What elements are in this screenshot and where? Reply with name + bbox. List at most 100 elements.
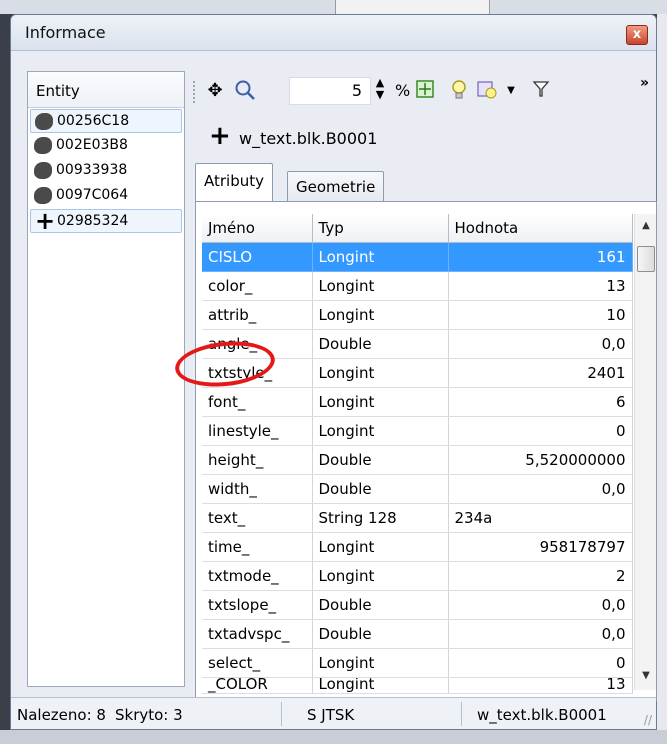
table-row[interactable]: select_ Longint 0 [202,648,633,678]
cell-type[interactable]: Longint [312,648,449,678]
entity-item[interactable]: 002E03B8 [30,134,182,158]
table-row[interactable]: linestyle_ Longint 0 [202,416,633,446]
column-header-value[interactable]: Hodnota [448,214,633,243]
tab-geometrie[interactable]: Geometrie [287,171,385,201]
resize-grip-icon[interactable]: // [644,713,652,727]
cell-value[interactable]: 234a [448,503,633,533]
cell-value[interactable]: 13 [448,677,633,694]
table-row[interactable]: time_ Longint 958178797 [202,532,633,562]
attribute-grid-frame: Jméno Typ Hodnota CISLO Longint 161 color_ L… [195,201,657,701]
cell-type[interactable]: Double [312,619,449,649]
cell-name[interactable]: txtadvspc_ [202,619,313,649]
entity-item-label: 0097C064 [56,187,129,203]
cell-name[interactable]: width_ [202,474,313,504]
column-header-type[interactable]: Typ [312,214,449,243]
breadcrumb: + w_text.blk.B0001 [199,121,499,153]
cell-type[interactable]: Longint [312,677,449,694]
cell-type[interactable]: Longint [312,271,449,301]
table-row[interactable]: txtadvspc_ Double 0,0 [202,619,633,649]
cell-value[interactable]: 958178797 [448,532,633,562]
cell-name[interactable]: font_ [202,387,313,417]
entity-item[interactable]: +02985324 [30,209,182,233]
scroll-up-icon[interactable]: ▲ [635,216,657,236]
cell-type[interactable]: Longint [312,387,449,417]
cell-name[interactable]: attrib_ [202,300,313,330]
toolbar-overflow-button[interactable]: » [640,75,649,91]
table-row[interactable]: color_ Longint 13 [202,271,633,301]
table-row[interactable]: height_ Double 5,520000000 [202,445,633,475]
scroll-thumb[interactable] [637,246,655,272]
vertical-scrollbar[interactable]: ▲ ▼ [634,214,656,690]
cell-value[interactable]: 6 [448,387,633,417]
zoom-icon[interactable] [233,79,257,103]
scroll-down-icon[interactable]: ▼ [635,666,657,686]
cell-type[interactable]: Longint [312,561,449,591]
background-window-fragment [335,0,490,14]
cell-name[interactable]: select_ [202,648,313,678]
polygon-icon [34,162,52,179]
cell-value[interactable]: 0,0 [448,474,633,504]
cell-value[interactable]: 2 [448,561,633,591]
cell-value[interactable]: 0 [448,648,633,678]
lightbulb-icon[interactable] [447,79,471,103]
column-header-name[interactable]: Jméno [202,214,313,243]
table-row[interactable]: CISLO Longint 161 [202,242,633,272]
cell-value[interactable]: 13 [448,271,633,301]
cell-value[interactable]: 10 [448,300,633,330]
cell-type[interactable]: Double [312,474,449,504]
cell-name[interactable]: linestyle_ [202,416,313,446]
table-row[interactable]: width_ Double 0,0 [202,474,633,504]
table-row[interactable]: txtslope_ Double 0,0 [202,590,633,620]
filter-icon[interactable] [529,79,553,103]
cell-value[interactable]: 2401 [448,358,633,388]
polygon-icon [34,137,52,154]
cell-value[interactable]: 0,0 [448,329,633,359]
entity-list-header[interactable]: Entity [28,72,184,108]
zoom-extent-icon[interactable] [413,79,437,103]
pan-cross-icon[interactable]: ✥ [203,79,227,103]
table-row[interactable]: txtmode_ Longint 2 [202,561,633,591]
entity-item[interactable]: 00933938 [30,159,182,183]
highlight-options-icon[interactable] [475,79,499,103]
title-bar[interactable]: Informace x [11,15,656,51]
entity-list: Entity 00256C18 002E03B8 00933938 0097C064 +… [27,71,185,687]
table-row[interactable]: attrib_ Longint 10 [202,300,633,330]
table-row[interactable]: text_ String 128 234a [202,503,633,533]
close-button[interactable]: x [626,25,648,45]
zoom-unit: % [395,81,411,100]
tab-atributy[interactable]: Atributy [195,163,273,201]
cell-name[interactable]: time_ [202,532,313,562]
cell-type[interactable]: Double [312,590,449,620]
cell-name[interactable]: CISLO [202,242,313,272]
cell-value[interactable]: 0,0 [448,590,633,620]
dropdown-arrow-icon[interactable]: ▼ [499,79,523,103]
entity-item[interactable]: 00256C18 [30,109,182,133]
cell-name[interactable]: text_ [202,503,313,533]
cell-name[interactable]: _COLOR [202,677,313,694]
cell-type[interactable]: Longint [312,300,449,330]
table-row[interactable]: font_ Longint 6 [202,387,633,417]
zoom-stepper[interactable]: ▲ ▼ [374,77,386,101]
zoom-input[interactable]: 5 [289,77,371,105]
cell-value[interactable]: 0 [448,416,633,446]
cell-type[interactable]: Longint [312,358,449,388]
entity-item[interactable]: 0097C064 [30,184,182,208]
cell-type[interactable]: Double [312,445,449,475]
cell-value[interactable]: 161 [448,242,633,272]
cell-type[interactable]: Longint [312,416,449,446]
toolbar-grip[interactable] [193,81,196,103]
cell-type[interactable]: Double [312,329,449,359]
cell-value[interactable]: 0,0 [448,619,633,649]
cell-name[interactable]: color_ [202,271,313,301]
informace-window: Informace x Entity 00256C18 002E03B8 00933… [10,14,657,730]
entity-item-label: 002E03B8 [56,137,128,153]
cell-name[interactable]: txtslope_ [202,590,313,620]
cell-name[interactable]: txtmode_ [202,561,313,591]
cell-type[interactable]: String 128 [312,503,449,533]
cell-type[interactable]: Longint [312,242,449,272]
cell-name[interactable]: height_ [202,445,313,475]
entity-item-label: 02985324 [57,213,129,229]
table-row[interactable]: _COLOR Longint 13 [202,677,633,694]
cell-type[interactable]: Longint [312,532,449,562]
cell-value[interactable]: 5,520000000 [448,445,633,475]
